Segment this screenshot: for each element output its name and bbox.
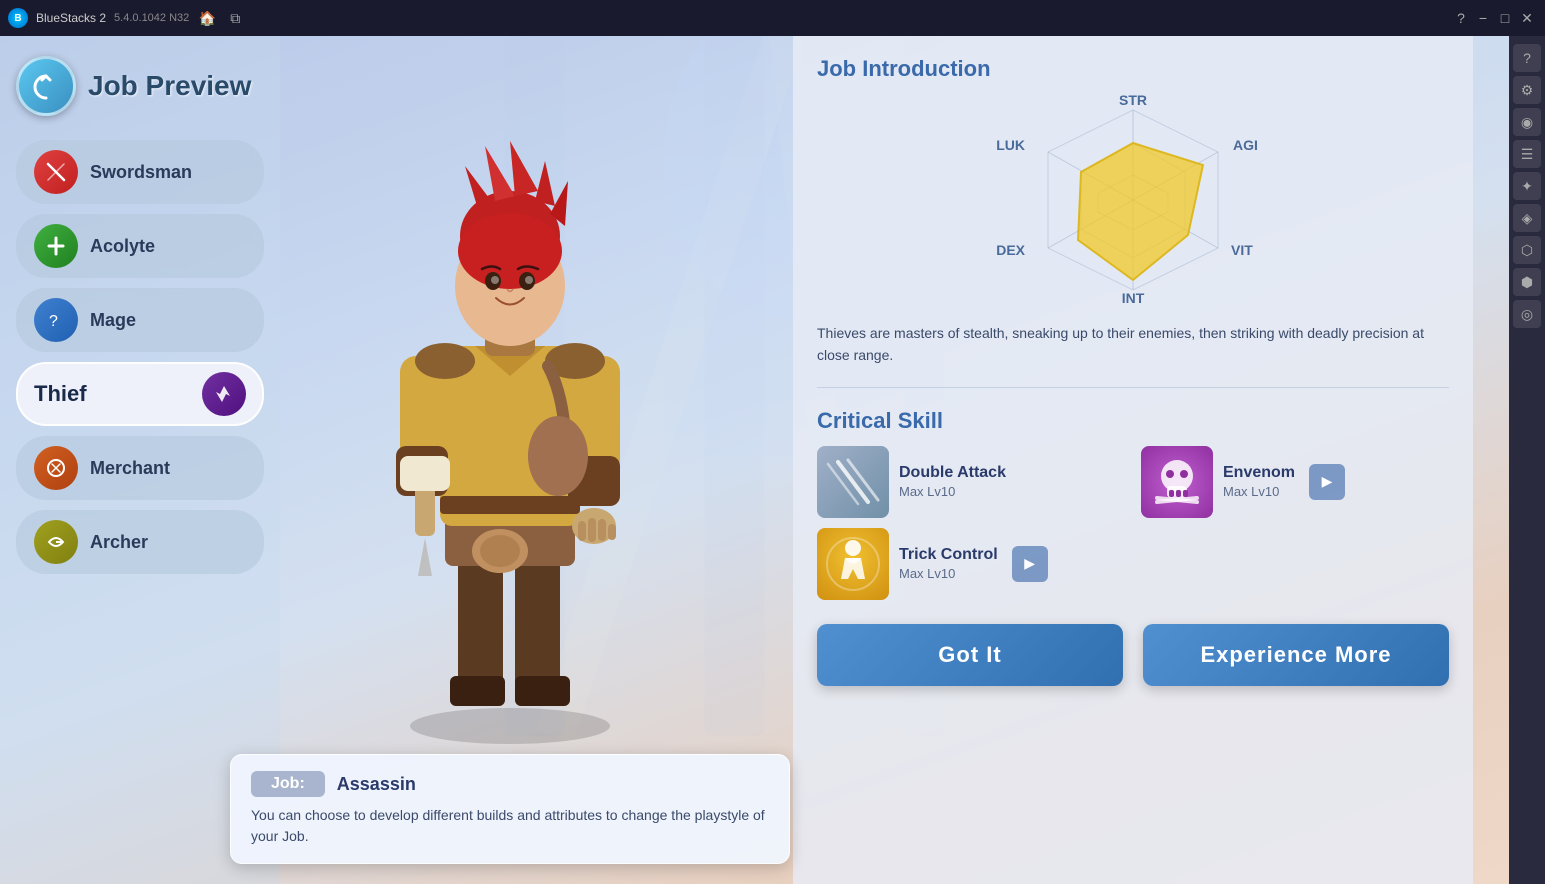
intro-title: Job Introduction <box>817 56 991 82</box>
thief-badge <box>202 372 246 416</box>
character-area <box>220 66 800 746</box>
minimize-btn[interactable]: − <box>1473 8 1493 28</box>
sidebar-icon-5[interactable]: ✦ <box>1513 172 1541 200</box>
acolyte-label: Acolyte <box>90 236 155 257</box>
radar-container: STR AGI VIT INT DEX LUK <box>817 90 1449 310</box>
trick-control-level: Max Lv10 <box>899 566 998 581</box>
skills-row-1: Double Attack Max Lv10 <box>817 446 1449 518</box>
skill-card-envenom: Envenom Max Lv10 ▶ <box>1141 446 1449 518</box>
action-buttons: Got It Experience More <box>817 624 1449 686</box>
swordsman-icon <box>34 150 78 194</box>
radar-chart: STR AGI VIT INT DEX LUK <box>973 95 1293 305</box>
job-label-tag: Job: <box>251 771 325 797</box>
info-description: You can choose to develop different buil… <box>251 805 769 847</box>
critical-skill-title: Critical Skill <box>817 408 1449 434</box>
sidebar-icon-2[interactable]: ⚙ <box>1513 76 1541 104</box>
home-btn[interactable]: 🏠 <box>197 8 217 28</box>
archer-label: Archer <box>90 532 148 553</box>
help-btn[interactable]: ? <box>1451 8 1471 28</box>
sidebar-icon-4[interactable]: ☰ <box>1513 140 1541 168</box>
trick-control-name: Trick Control <box>899 546 998 564</box>
job-preview-title: Job Preview <box>88 70 251 102</box>
skills-row-2: Trick Control Max Lv10 ▶ <box>817 528 1449 600</box>
job-description: Thieves are masters of stealth, sneaking… <box>817 322 1449 367</box>
svg-text:?: ? <box>49 313 58 330</box>
job-item-swordsman[interactable]: Swordsman <box>16 140 264 204</box>
maximize-btn[interactable]: □ <box>1495 8 1515 28</box>
layers-btn[interactable]: ⧉ <box>225 8 245 28</box>
double-attack-icon <box>817 446 889 518</box>
sidebar-icon-8[interactable]: ⬢ <box>1513 268 1541 296</box>
app-title: BlueStacks 2 <box>36 11 106 25</box>
svg-text:VIT: VIT <box>1231 242 1253 258</box>
info-box: Job: Assassin You can choose to develop … <box>230 754 790 864</box>
swordsman-label: Swordsman <box>90 162 192 183</box>
sidebar-icon-6[interactable]: ◈ <box>1513 204 1541 232</box>
envenom-level: Max Lv10 <box>1223 484 1295 499</box>
got-it-button[interactable]: Got It <box>817 624 1123 686</box>
sidebar-icon-9[interactable]: ◎ <box>1513 300 1541 328</box>
archer-icon <box>34 520 78 564</box>
right-sidebar: ? ⚙ ◉ ☰ ✦ ◈ ⬡ ⬢ ◎ <box>1509 36 1545 884</box>
app-version: 5.4.0.1042 N32 <box>114 12 189 24</box>
svg-text:LUK: LUK <box>996 137 1025 153</box>
envenom-icon <box>1141 446 1213 518</box>
svg-text:STR: STR <box>1119 95 1147 108</box>
acolyte-icon <box>34 224 78 268</box>
job-item-acolyte[interactable]: Acolyte <box>16 214 264 278</box>
title-bar: B BlueStacks 2 5.4.0.1042 N32 🏠 ⧉ ? − □ … <box>0 0 1545 36</box>
job-item-archer[interactable]: Archer <box>16 510 264 574</box>
trick-control-info: Trick Control Max Lv10 <box>899 546 998 581</box>
double-attack-info: Double Attack Max Lv10 <box>899 464 1006 499</box>
title-bar-left: B BlueStacks 2 5.4.0.1042 N32 🏠 ⧉ <box>8 8 245 28</box>
mage-label: Mage <box>90 310 136 331</box>
svg-text:DEX: DEX <box>996 242 1025 258</box>
job-introduction-section: Job Introduction <box>817 56 1449 367</box>
divider-1 <box>817 387 1449 388</box>
merchant-icon <box>34 446 78 490</box>
experience-more-button[interactable]: Experience More <box>1143 624 1449 686</box>
close-btn[interactable]: ✕ <box>1517 8 1537 28</box>
job-list: Swordsman Acolyte ? <box>0 132 280 582</box>
double-attack-level: Max Lv10 <box>899 484 1006 499</box>
main-area: Job Preview Swordsman <box>0 36 1545 884</box>
info-box-job-row: Job: Assassin <box>251 771 769 797</box>
job-value: Assassin <box>337 774 416 795</box>
critical-skill-section: Critical Skill <box>817 408 1449 600</box>
skill-card-double-attack: Double Attack Max Lv10 <box>817 446 1125 518</box>
title-bar-nav: 🏠 ⧉ <box>197 8 245 28</box>
job-item-mage[interactable]: ? Mage <box>16 288 264 352</box>
skills-grid: Double Attack Max Lv10 <box>817 446 1449 600</box>
right-panel: Job Introduction <box>793 36 1473 884</box>
sidebar-icon-1[interactable]: ? <box>1513 44 1541 72</box>
job-item-merchant[interactable]: Merchant <box>16 436 264 500</box>
envenom-name: Envenom <box>1223 464 1295 482</box>
svg-text:AGI: AGI <box>1233 137 1258 153</box>
envenom-play-btn[interactable]: ▶ <box>1309 464 1345 500</box>
sidebar-icon-7[interactable]: ⬡ <box>1513 236 1541 264</box>
thief-label: Thief <box>34 381 87 407</box>
svg-text:INT: INT <box>1122 290 1145 305</box>
job-preview-header: Job Preview <box>0 36 280 132</box>
envenom-info: Envenom Max Lv10 <box>1223 464 1295 499</box>
mage-icon: ? <box>34 298 78 342</box>
job-preview-icon <box>16 56 76 116</box>
window-controls: ? − □ ✕ <box>1451 8 1537 28</box>
trick-control-play-btn[interactable]: ▶ <box>1012 546 1048 582</box>
job-item-thief[interactable]: Thief <box>16 362 264 426</box>
merchant-label: Merchant <box>90 458 170 479</box>
bluestacks-logo: B <box>8 8 28 28</box>
game-viewport: Job Preview Swordsman <box>0 36 1509 884</box>
sidebar-icon-3[interactable]: ◉ <box>1513 108 1541 136</box>
character-figure <box>300 106 720 746</box>
double-attack-name: Double Attack <box>899 464 1006 482</box>
skill-card-trick-control: Trick Control Max Lv10 ▶ <box>817 528 1449 600</box>
trick-control-icon <box>817 528 889 600</box>
